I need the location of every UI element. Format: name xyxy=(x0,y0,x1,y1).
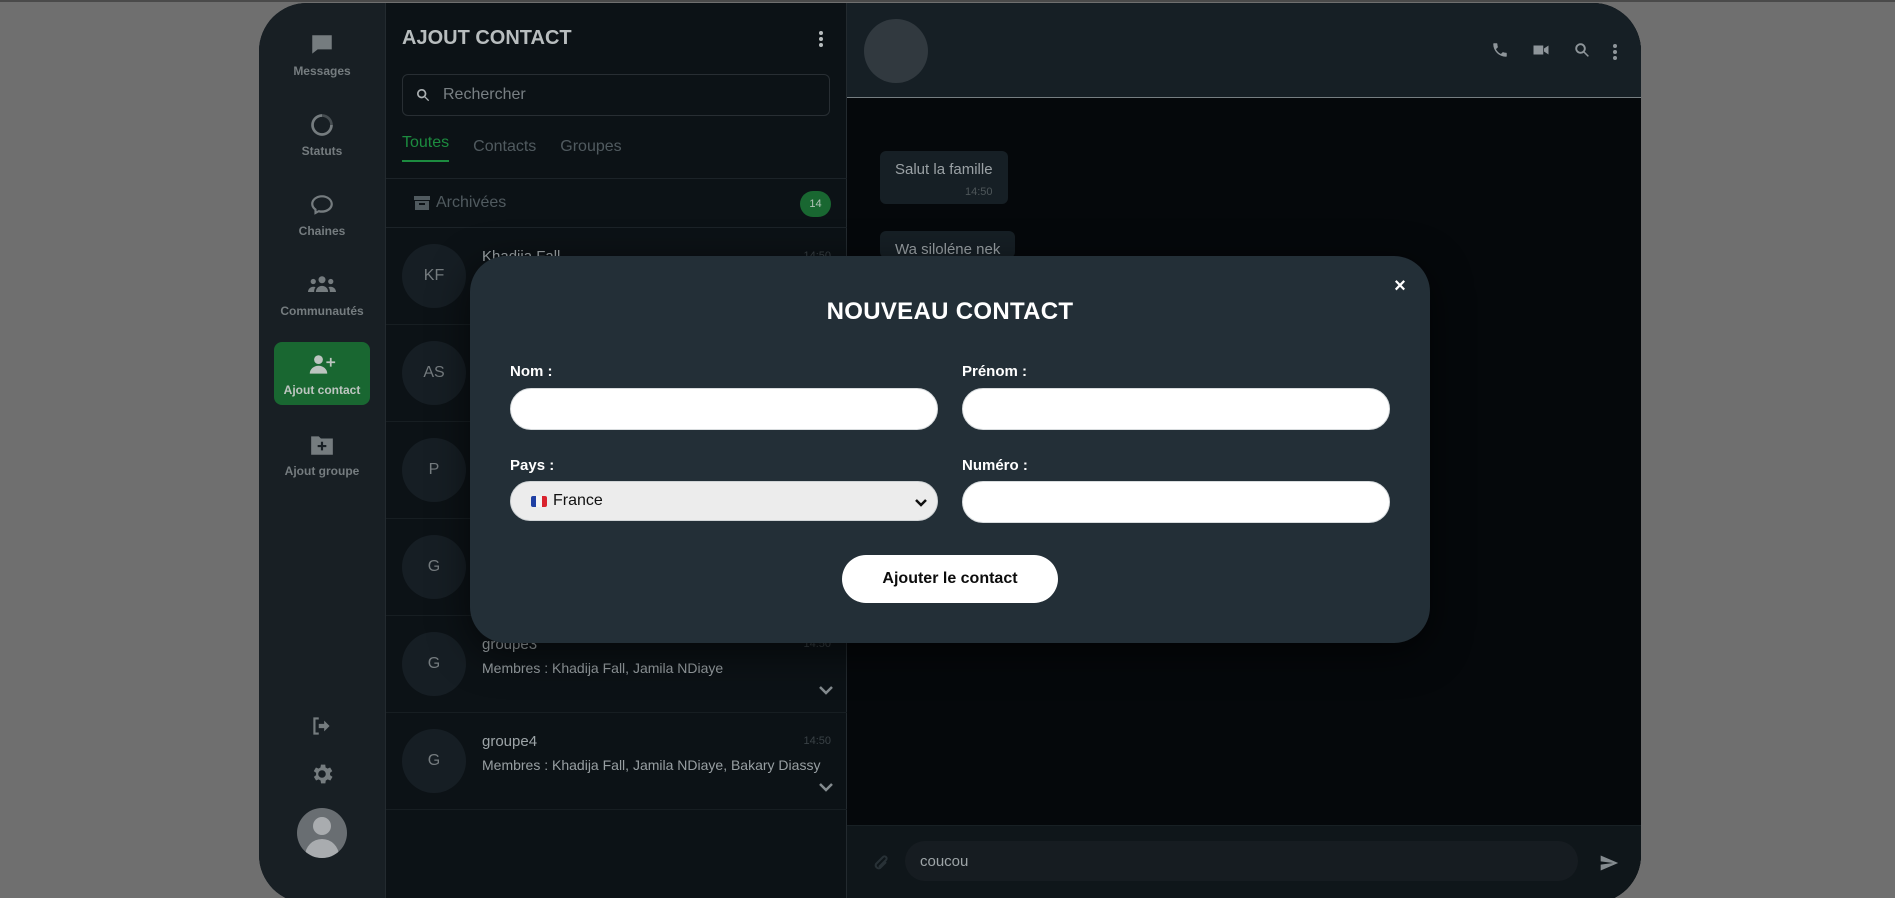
chevron-down-icon[interactable] xyxy=(819,682,833,700)
nav-item-label: Statuts xyxy=(301,143,343,158)
message-bubble: Salut la famille 14:50 xyxy=(880,151,1008,204)
group-members: Membres : Khadija Fall, Jamila NDiaye, B… xyxy=(482,757,821,773)
avatar-head xyxy=(313,817,331,835)
contact-name: groupe4 xyxy=(482,733,538,750)
archive-icon xyxy=(414,196,430,210)
gear-icon[interactable] xyxy=(309,761,335,792)
nav-item-label: Ajout groupe xyxy=(284,463,360,478)
list-item[interactable]: G groupe4 Membres : Khadija Fall, Jamila… xyxy=(386,713,847,810)
contact-time: 14:50 xyxy=(803,735,831,747)
message-time: 14:50 xyxy=(965,186,993,198)
pays-label: Pays : xyxy=(510,457,555,474)
nav-item-chaines[interactable]: Chaines xyxy=(274,183,370,246)
send-icon[interactable] xyxy=(1599,853,1619,878)
group-members: Membres : Khadija Fall, Jamila NDiaye xyxy=(482,660,724,676)
message-bubble: Wa siloléne nek xyxy=(880,231,1016,258)
add-contact-button[interactable]: Ajouter le contact xyxy=(842,555,1058,603)
france-flag-icon xyxy=(531,495,547,507)
nom-label: Nom : xyxy=(510,363,553,380)
tab-contacts[interactable]: Contacts xyxy=(473,138,536,162)
nav-item-statuts[interactable]: Statuts xyxy=(274,103,370,166)
search-input[interactable] xyxy=(443,86,803,104)
list-title: AJOUT CONTACT xyxy=(402,27,572,49)
filter-tabs: Toutes Contacts Groupes xyxy=(402,134,622,162)
search-icon[interactable] xyxy=(1573,41,1591,64)
numero-field[interactable] xyxy=(962,481,1390,523)
user-avatar[interactable] xyxy=(297,808,347,858)
nav-item-ajout-groupe[interactable]: Ajout groupe xyxy=(274,423,370,486)
prenom-field[interactable] xyxy=(962,388,1390,430)
contact-avatar: G xyxy=(402,632,466,696)
sidebar-nav: Messages Statuts Chaines Communautés Ajo… xyxy=(259,3,386,898)
attach-icon[interactable] xyxy=(872,853,890,878)
contact-avatar: G xyxy=(402,729,466,793)
add-contact-icon xyxy=(309,354,336,374)
community-icon xyxy=(308,275,336,292)
composer: coucou xyxy=(847,825,1641,898)
contact-avatar: KF xyxy=(402,244,466,308)
phone-icon[interactable] xyxy=(1491,41,1509,64)
message-icon xyxy=(312,34,332,54)
nav-item-label: Communautés xyxy=(280,303,364,318)
nav-item-label: Ajout contact xyxy=(283,382,361,397)
message-input[interactable]: coucou xyxy=(905,841,1578,881)
tab-toutes[interactable]: Toutes xyxy=(402,134,450,162)
archive-item[interactable]: Archivées xyxy=(414,194,506,212)
archive-count-badge: 14 xyxy=(800,191,831,217)
nav-item-communautes[interactable]: Communautés xyxy=(274,263,370,326)
pays-select[interactable]: France xyxy=(510,481,938,521)
channel-icon xyxy=(311,194,333,215)
message-text: Salut la famille xyxy=(895,161,993,178)
search-icon xyxy=(417,89,430,102)
nav-item-ajout-contact[interactable]: Ajout contact xyxy=(274,342,370,405)
contact-avatar: AS xyxy=(402,341,466,405)
nom-field[interactable] xyxy=(510,388,938,430)
video-icon[interactable] xyxy=(1532,41,1550,64)
add-group-icon xyxy=(311,435,333,455)
top-border xyxy=(0,0,1895,2)
chat-header xyxy=(847,3,1641,98)
pays-value: France xyxy=(553,492,603,509)
modal-title: NOUVEAU CONTACT xyxy=(826,298,1074,325)
archive-label: Archivées xyxy=(436,194,507,211)
list-menu-icon[interactable] xyxy=(819,29,823,49)
chat-menu-icon[interactable] xyxy=(1613,42,1617,62)
status-icon xyxy=(311,113,333,136)
avatar-body xyxy=(305,839,339,858)
tab-groupes[interactable]: Groupes xyxy=(560,138,621,162)
logout-icon[interactable] xyxy=(309,713,335,744)
chevron-down-icon[interactable] xyxy=(819,779,833,797)
chevron-down-icon xyxy=(915,495,927,513)
chat-avatar[interactable] xyxy=(864,19,928,83)
nav-item-messages[interactable]: Messages xyxy=(274,23,370,86)
prenom-label: Prénom : xyxy=(962,363,1028,380)
nav-item-label: Messages xyxy=(293,63,351,78)
numero-label: Numéro : xyxy=(962,457,1028,474)
search-box xyxy=(402,74,830,116)
divider xyxy=(386,178,847,179)
new-contact-modal: × NOUVEAU CONTACT Nom : Prénom : Pays : … xyxy=(470,256,1430,643)
contact-avatar: P xyxy=(402,438,466,502)
nav-item-label: Chaines xyxy=(298,223,346,238)
close-icon[interactable]: × xyxy=(1390,275,1410,297)
contact-avatar: G xyxy=(402,535,466,599)
